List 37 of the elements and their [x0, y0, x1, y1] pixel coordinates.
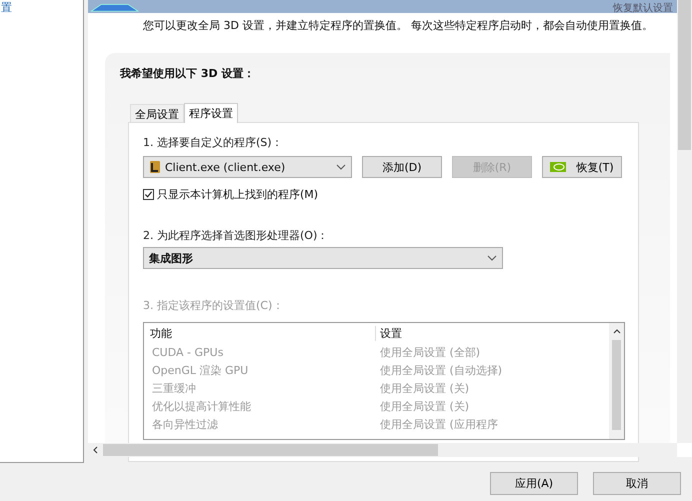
logo-icon: [550, 162, 566, 172]
section-title: 我希望使用以下 3D 设置：: [120, 66, 256, 81]
app-icon: [149, 160, 161, 174]
scrollbar[interactable]: [609, 323, 624, 439]
field-label: 1. 选择要自定义的程序(S)：: [143, 135, 284, 150]
value-cell-text: 使用全局设置 (关): [379, 398, 470, 414]
value-cell-text: 使用全局设置 (全部): [379, 344, 480, 360]
sidebar-link[interactable]: 置: [1, 1, 12, 14]
scroll-up-icon[interactable]: [612, 329, 620, 334]
tab[interactable]: 全局设置: [130, 104, 184, 122]
action-button[interactable]: 恢复(T): [542, 156, 622, 178]
column-header: 设置: [379, 326, 402, 340]
field-label: 2. 为此程序选择首选图形处理器(O)：: [143, 228, 330, 243]
scrollbar[interactable]: [88, 443, 677, 457]
feature-cell-text: 三重缓冲: [151, 380, 197, 396]
caret-icon: [336, 164, 346, 170]
program-dropdown[interactable]: Client.exe (client.exe): [143, 156, 352, 178]
tab[interactable]: 程序设置: [184, 103, 238, 123]
feature-cell-text: OpenGL 渲染 GPU: [151, 362, 250, 378]
checkbox[interactable]: [143, 189, 154, 200]
dialog-button[interactable]: 取消: [593, 472, 681, 495]
action-button[interactable]: 添加(D): [362, 156, 442, 178]
scroll-left-icon[interactable]: [93, 446, 98, 454]
field-label: 3. 指定该程序的设置值(C)：: [143, 298, 284, 313]
feature-cell-text: 优化以提高计算性能: [151, 398, 252, 414]
dialog-button[interactable]: 应用(A): [490, 472, 578, 495]
value-cell-text: 使用全局设置 (自动选择): [379, 362, 502, 378]
feature-cell-text: 各向异性过滤: [151, 416, 219, 432]
description-text: 您可以更改全局 3D 设置，并建立特定程序的置换值。 每次这些特定程序启动时，都会自动使用置换值。: [143, 18, 653, 33]
value-cell-text: 使用全局设置 (应用程序: [379, 416, 498, 432]
column-header: 功能: [144, 326, 376, 340]
feature-cell-text: CUDA - GPUs: [151, 346, 224, 358]
caret-icon: [487, 255, 497, 261]
checkbox-label[interactable]: 只显示本计算机上找到的程序(M): [157, 187, 318, 202]
scrollbar[interactable]: [677, 0, 692, 443]
gpu-dropdown[interactable]: 集成图形: [143, 247, 503, 269]
value-cell-text: 使用全局设置 (关): [379, 380, 470, 396]
